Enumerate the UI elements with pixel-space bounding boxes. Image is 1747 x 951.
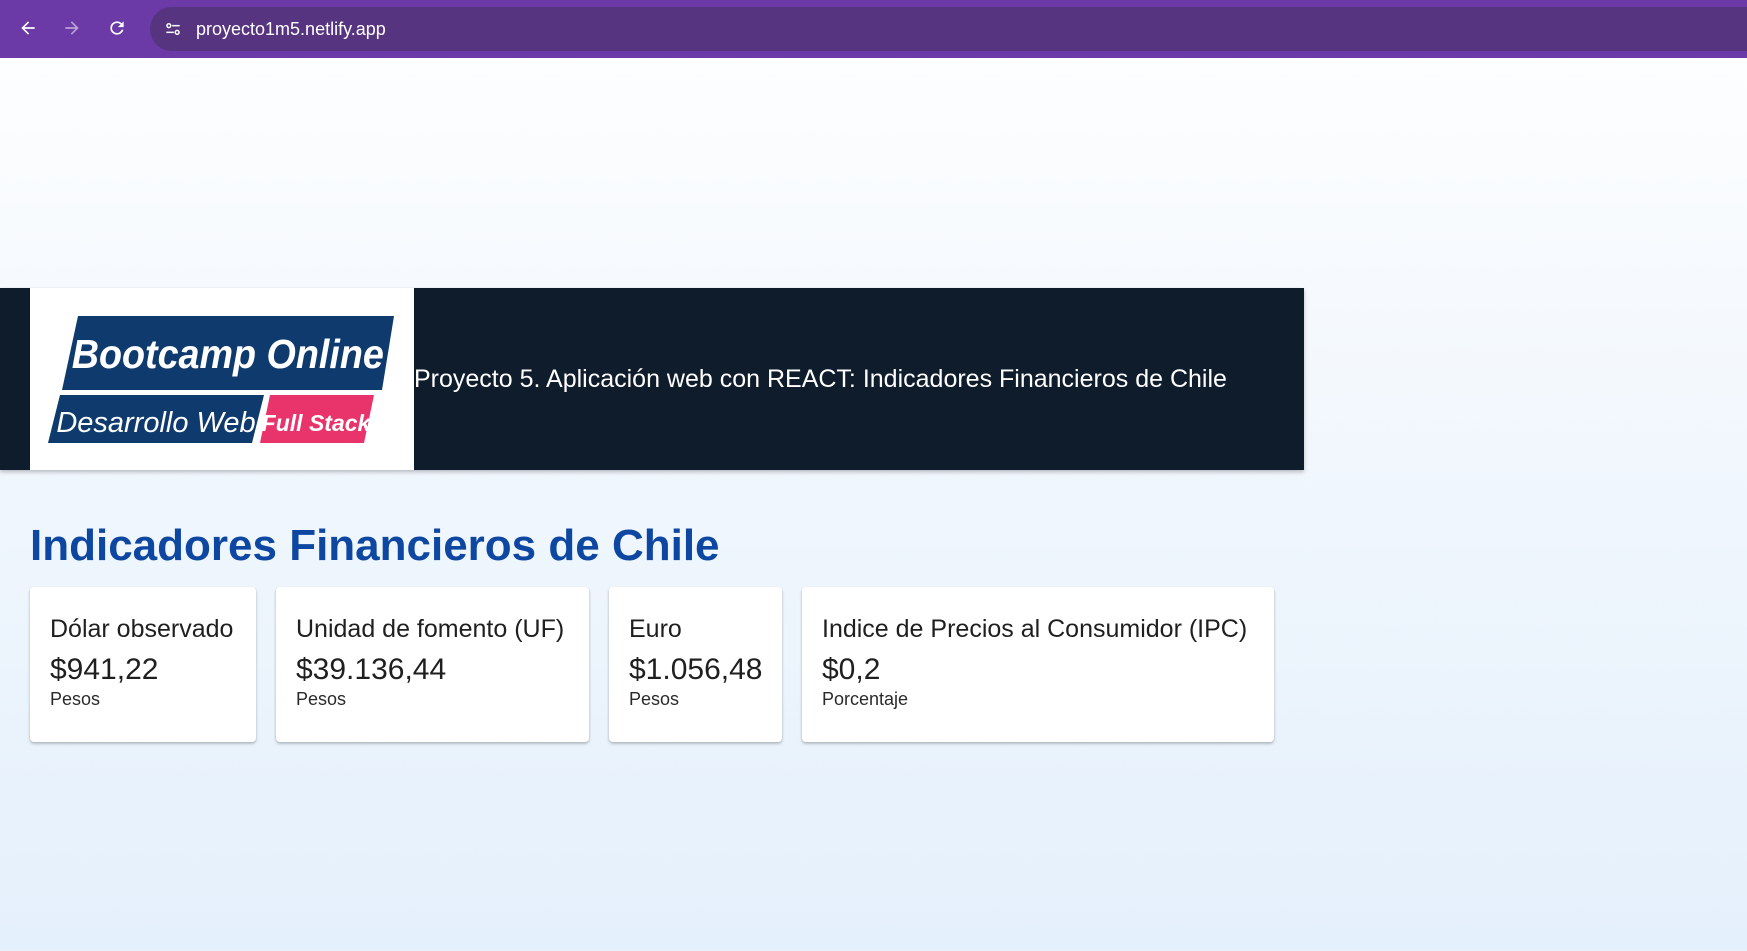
indicator-unit: Pesos (629, 689, 680, 709)
back-button[interactable] (11, 11, 45, 45)
logo-line-2: Desarrollo Web (56, 407, 255, 439)
indicator-unit: Pesos (50, 689, 101, 709)
bootcamp-logo-image: Bootcamp Online Desarrollo Web Full Stac… (48, 316, 394, 443)
site-info-button[interactable] (160, 16, 186, 42)
indicator-unit: Porcentaje (822, 689, 909, 709)
indicator-name: Euro (629, 615, 682, 643)
browser-toolbar: proyecto1m5.netlify.app (0, 0, 1747, 58)
bootcamp-logo: Bootcamp Online Desarrollo Web Full Stac… (30, 288, 414, 470)
indicator-card-ipc: Indice de Precios al Consumidor (IPC) $0… (802, 587, 1274, 742)
arrow-right-icon (65, 21, 79, 35)
banner-title: Proyecto 5. Aplicación web con REACT: In… (414, 365, 1227, 393)
logo-line-3: Full Stack (262, 410, 372, 436)
header-banner: Bootcamp Online Desarrollo Web Full Stac… (0, 288, 1304, 470)
indicator-card-euro: Euro $1.056,48 Pesos (609, 587, 782, 742)
url-text[interactable]: proyecto1m5.netlify.app (196, 18, 386, 40)
reload-button[interactable] (100, 11, 134, 45)
address-bar[interactable]: proyecto1m5.netlify.app (150, 7, 1747, 51)
indicator-value: $941,22 (50, 653, 159, 686)
logo-line-1: Bootcamp Online (72, 332, 384, 378)
indicator-name: Unidad de fomento (UF) (296, 615, 565, 643)
site-settings-icon (166, 22, 180, 35)
page-title: Indicadores Financieros de Chile (30, 521, 720, 570)
reload-icon (110, 21, 124, 35)
indicator-value: $0,2 (822, 653, 881, 686)
indicator-value: $1.056,48 (629, 653, 763, 686)
indicator-card-dolar: Dólar observado $941,22 Pesos (30, 587, 256, 742)
indicator-name: Indice de Precios al Consumidor (IPC) (822, 615, 1248, 643)
forward-button[interactable] (55, 11, 89, 45)
arrow-left-icon (21, 21, 35, 35)
indicator-card-uf: Unidad de fomento (UF) $39.136,44 Pesos (276, 587, 589, 742)
indicator-value: $39.136,44 (296, 653, 447, 686)
indicator-name: Dólar observado (50, 615, 234, 643)
indicator-unit: Pesos (296, 689, 347, 709)
